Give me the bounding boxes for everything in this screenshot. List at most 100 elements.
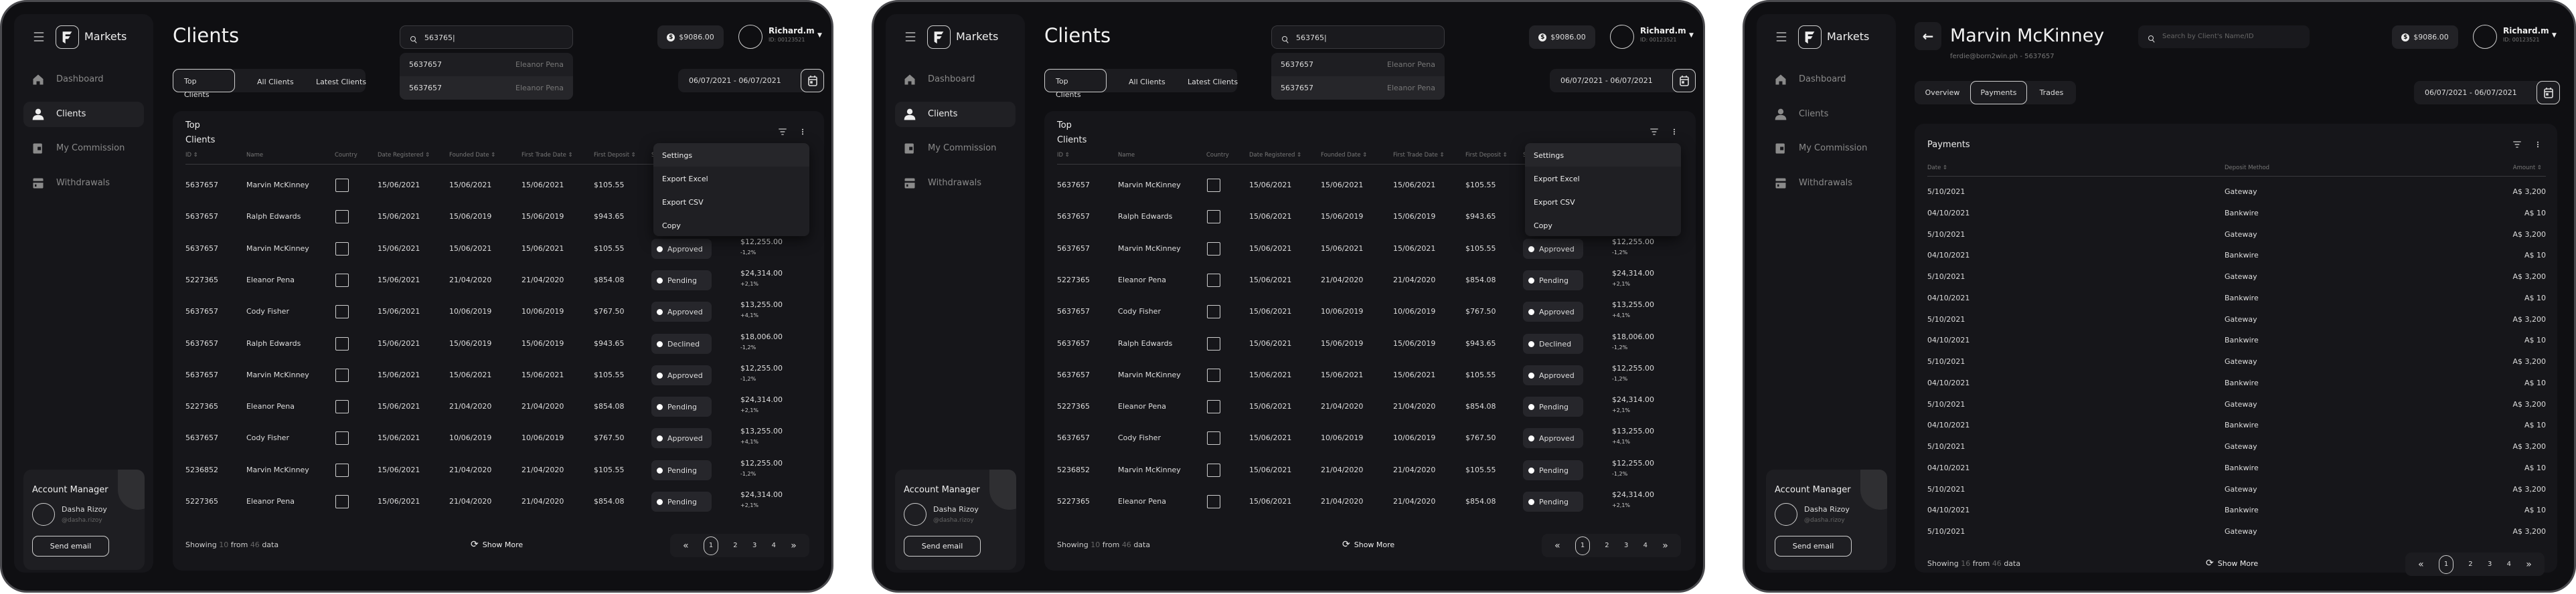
column-header[interactable]: First Deposit ⇕ <box>1465 153 1508 159</box>
table-row[interactable]: 5236852 Marvin McKinney 15/06/2021 21/04/20… <box>185 457 809 484</box>
table-row[interactable]: 5/10/2021 Gateway A$ 3,200 <box>1927 482 2546 498</box>
suggestion-item[interactable]: 5637657 Eleanor Pena <box>1271 76 1445 100</box>
pagination-next[interactable]: » <box>1662 540 1668 551</box>
country-checkbox[interactable] <box>1207 337 1220 351</box>
country-checkbox[interactable] <box>1207 400 1220 413</box>
column-header[interactable]: First Trade Date ⇕ <box>1393 153 1445 159</box>
search-input[interactable]: Search by Client's Name/ID <box>2138 25 2310 48</box>
table-row[interactable]: 5637657 Marvin McKinney 15/06/2021 15/06/20… <box>1057 362 1681 389</box>
table-row[interactable]: 04/10/2021 Bankwire A$ 10 <box>1927 290 2546 306</box>
country-checkbox[interactable] <box>1207 431 1220 445</box>
country-checkbox[interactable] <box>335 242 349 256</box>
pagination-prev[interactable]: « <box>683 540 689 551</box>
table-row[interactable]: 04/10/2021 Bankwire A$ 10 <box>1927 460 2546 476</box>
chevron-down-icon[interactable]: ▼ <box>817 33 822 39</box>
sidebar-item-dashboard[interactable]: Dashboard <box>895 67 1016 92</box>
sidebar-item-withdrawals[interactable]: Withdrawals <box>895 171 1016 196</box>
sidebar-item-my-commission[interactable]: My Commission <box>23 136 144 161</box>
table-row[interactable]: 5637657 Cody Fisher 15/06/2021 10/06/2019 10… <box>1057 425 1681 452</box>
search-input[interactable]: 563765| <box>1271 25 1445 49</box>
pagination-page[interactable]: 4 <box>772 542 776 549</box>
menu-item-copy[interactable]: Copy <box>1525 213 1681 237</box>
table-row[interactable]: 5637657 Cody Fisher 15/06/2021 10/06/2019 10… <box>1057 298 1681 325</box>
tab-overview[interactable]: Overview <box>1915 81 1970 104</box>
chevron-down-icon[interactable]: ▼ <box>2552 33 2557 39</box>
table-row[interactable]: 5637657 Cody Fisher 15/06/2021 10/06/2019 10… <box>185 425 809 452</box>
tab-top-clients[interactable]: Top Clients <box>173 69 235 99</box>
country-checkbox[interactable] <box>335 431 349 445</box>
menu-item-settings[interactable]: Settings <box>1525 143 1681 167</box>
country-checkbox[interactable] <box>1207 305 1220 318</box>
table-row[interactable]: 5/10/2021 Gateway A$ 3,200 <box>1927 312 2546 328</box>
table-row[interactable]: 5236852 Marvin McKinney 15/06/2021 21/04/20… <box>1057 457 1681 484</box>
column-header-amount[interactable]: Amount ⇕ <box>2513 165 2542 171</box>
pagination-next[interactable]: » <box>2526 559 2532 570</box>
suggestion-item[interactable]: 5637657 Eleanor Pena <box>400 76 573 100</box>
back-button[interactable]: ← <box>1915 22 1941 50</box>
pagination-page[interactable]: 3 <box>1624 542 1628 549</box>
show-more-button[interactable]: ⟳ Show More <box>471 539 523 550</box>
more-vertical-icon[interactable] <box>1671 126 1678 136</box>
table-row[interactable]: 5637657 Ralph Edwards 15/06/2021 15/06/2019… <box>185 330 809 357</box>
country-checkbox[interactable] <box>1207 210 1220 223</box>
user-avatar[interactable] <box>738 25 762 49</box>
table-row[interactable]: 5227365 Eleanor Pena 15/06/2021 21/04/2020 2… <box>1057 267 1681 294</box>
country-checkbox[interactable] <box>335 305 349 318</box>
chevron-down-icon[interactable]: ▼ <box>1689 33 1694 39</box>
balance-pill[interactable]: $ $9086.00 <box>657 25 724 49</box>
calendar-button[interactable] <box>2537 81 2560 104</box>
tab-latest-clients[interactable]: Latest Clients <box>305 69 377 92</box>
filter-icon[interactable] <box>778 126 787 136</box>
table-row[interactable]: 5227365 Eleanor Pena 15/06/2021 21/04/2020 2… <box>185 488 809 515</box>
table-row[interactable]: 04/10/2021 Bankwire A$ 10 <box>1927 417 2546 433</box>
table-row[interactable]: 04/10/2021 Bankwire A$ 10 <box>1927 332 2546 349</box>
pagination-page[interactable]: 3 <box>752 542 756 549</box>
date-range-picker[interactable]: 06/07/2021 - 06/07/2021 <box>2414 81 2560 104</box>
column-header-date[interactable]: Date ⇕ <box>1927 165 1947 171</box>
tab-latest-clients[interactable]: Latest Clients <box>1177 69 1249 92</box>
menu-item-export-csv[interactable]: Export CSV <box>1525 190 1681 213</box>
table-row[interactable]: 5/10/2021 Gateway A$ 3,200 <box>1927 524 2546 540</box>
column-header[interactable]: First Trade Date ⇕ <box>521 153 573 159</box>
balance-pill[interactable]: $ $9086.00 <box>1529 25 1595 49</box>
balance-pill[interactable]: $ $9086.00 <box>2392 25 2458 49</box>
pagination-prev[interactable]: « <box>1554 540 1560 551</box>
pagination-page[interactable]: 4 <box>1643 542 1647 549</box>
sidebar-item-my-commission[interactable]: My Commission <box>895 136 1016 161</box>
country-checkbox[interactable] <box>335 464 349 477</box>
country-checkbox[interactable] <box>335 369 349 382</box>
table-row[interactable]: 04/10/2021 Bankwire A$ 10 <box>1927 205 2546 221</box>
menu-icon[interactable] <box>32 31 46 42</box>
suggestion-item[interactable]: 5637657 Eleanor Pena <box>400 53 573 76</box>
table-row[interactable]: 5637657 Marvin McKinney 15/06/2021 15/06/20… <box>1057 235 1681 262</box>
filter-icon[interactable] <box>2512 139 2522 148</box>
show-more-button[interactable]: ⟳ Show More <box>2206 558 2258 569</box>
table-row[interactable]: 04/10/2021 Bankwire A$ 10 <box>1927 248 2546 264</box>
menu-item-export-excel[interactable]: Export Excel <box>1525 167 1681 190</box>
pagination-page[interactable]: 1 <box>704 536 718 555</box>
tab-all-clients[interactable]: All Clients <box>246 69 305 92</box>
column-header[interactable]: First Deposit ⇕ <box>594 153 636 159</box>
country-checkbox[interactable] <box>1207 274 1220 287</box>
search-input[interactable]: 563765| <box>400 25 573 49</box>
sidebar-item-withdrawals[interactable]: Withdrawals <box>23 171 144 196</box>
table-row[interactable]: 5637657 Ralph Edwards 15/06/2021 15/06/2019… <box>1057 330 1681 357</box>
table-row[interactable]: 5227365 Eleanor Pena 15/06/2021 21/04/2020 2… <box>185 267 809 294</box>
country-checkbox[interactable] <box>1207 369 1220 382</box>
menu-item-settings[interactable]: Settings <box>653 143 809 167</box>
table-row[interactable]: 5/10/2021 Gateway A$ 3,200 <box>1927 227 2546 243</box>
table-row[interactable]: 5637657 Marvin McKinney 15/06/2021 15/06/20… <box>185 235 809 262</box>
menu-icon[interactable] <box>904 31 917 42</box>
country-checkbox[interactable] <box>335 337 349 351</box>
sidebar-item-clients[interactable]: Clients <box>23 102 144 127</box>
table-row[interactable]: 04/10/2021 Bankwire A$ 10 <box>1927 502 2546 518</box>
pagination-next[interactable]: » <box>791 540 797 551</box>
country-checkbox[interactable] <box>1207 464 1220 477</box>
table-row[interactable]: 5/10/2021 Gateway A$ 3,200 <box>1927 269 2546 285</box>
country-checkbox[interactable] <box>335 495 349 508</box>
send-email-button[interactable]: Send email <box>32 536 109 557</box>
country-checkbox[interactable] <box>1207 179 1220 192</box>
sidebar-item-dashboard[interactable]: Dashboard <box>1766 67 1886 92</box>
column-header[interactable]: Date Registered ⇕ <box>378 153 430 159</box>
table-row[interactable]: 5227365 Eleanor Pena 15/06/2021 21/04/2020 2… <box>1057 393 1681 420</box>
